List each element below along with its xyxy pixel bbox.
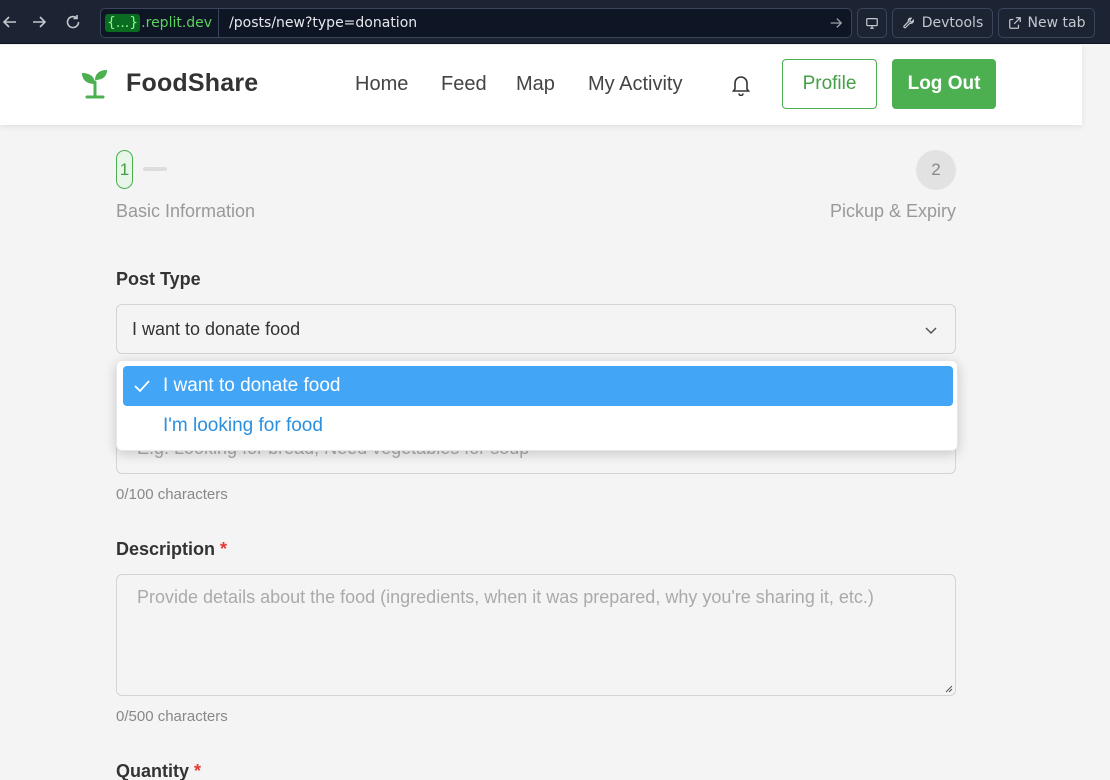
description-label: Description * <box>116 539 227 560</box>
step-1-label: Basic Information <box>116 201 256 221</box>
bell-icon[interactable] <box>731 74 751 96</box>
step-2-indicator: 2 <box>916 150 956 190</box>
required-marker: * <box>220 539 228 559</box>
nav-home[interactable]: Home <box>355 73 408 96</box>
profile-button[interactable]: Profile <box>782 59 877 109</box>
go-arrow-icon[interactable] <box>821 16 851 30</box>
url-path: /posts/new?type=donation <box>229 15 418 31</box>
description-label-text: Description <box>116 539 216 559</box>
brand-logo[interactable]: FoodShare <box>80 67 258 99</box>
description-placeholder: Provide details about the food (ingredie… <box>137 587 874 607</box>
app-header: FoodShare Home Feed Map My Activity Prof… <box>0 45 1082 125</box>
devtools-label: Devtools <box>921 15 984 31</box>
quantity-label: Quantity * <box>116 761 201 780</box>
nav-map[interactable]: Map <box>516 73 555 96</box>
browser-toolbar: {...} .replit.dev /posts/new?type=donatio… <box>0 0 1110 44</box>
option-donate-food-label: I want to donate food <box>163 375 341 396</box>
step-1-indicator: 1 <box>116 150 133 189</box>
title-char-counter: 0/100 characters <box>116 486 228 503</box>
nav-my-activity[interactable]: My Activity <box>588 73 682 96</box>
post-type-label: Post Type <box>116 269 201 289</box>
forward-icon[interactable] <box>22 0 56 44</box>
url-host-badge: {...} <box>105 14 141 32</box>
quantity-label-text: Quantity <box>116 761 190 780</box>
address-bar[interactable]: {...} .replit.dev /posts/new?type=donatio… <box>100 8 852 38</box>
new-tab-button[interactable]: New tab <box>998 8 1095 38</box>
reload-icon[interactable] <box>56 0 90 44</box>
option-donate-food[interactable]: I want to donate food <box>123 366 953 406</box>
post-type-value: I want to donate food <box>132 318 301 339</box>
brand-name: FoodShare <box>126 68 259 97</box>
option-looking-for-food-label: I'm looking for food <box>163 415 323 436</box>
screen-icon[interactable] <box>857 8 887 38</box>
required-marker: * <box>194 761 202 780</box>
logout-button[interactable]: Log Out <box>892 59 996 109</box>
wrench-icon <box>903 17 914 29</box>
option-looking-for-food[interactable]: I'm looking for food <box>123 406 953 446</box>
step-progress-line <box>143 167 167 171</box>
step-2-label: Pickup & Expiry <box>829 201 956 221</box>
new-tab-label: New tab <box>1027 15 1086 31</box>
external-link-icon <box>1008 17 1021 29</box>
description-textarea[interactable]: Provide details about the food (ingredie… <box>116 574 956 696</box>
post-type-dropdown: I want to donate food I'm looking for fo… <box>116 360 958 451</box>
devtools-button[interactable]: Devtools <box>892 8 993 38</box>
url-host-domain: .replit.dev <box>141 15 213 31</box>
sprout-icon <box>82 70 107 99</box>
check-icon <box>134 380 150 393</box>
description-char-counter: 0/500 characters <box>116 708 228 725</box>
nav-feed[interactable]: Feed <box>441 73 487 96</box>
resize-handle-icon[interactable] <box>943 683 953 693</box>
post-type-select[interactable]: I want to donate food <box>116 304 956 354</box>
url-host: {...} .replit.dev <box>101 9 220 37</box>
chevron-down-icon <box>925 327 937 335</box>
back-icon[interactable] <box>0 0 22 44</box>
